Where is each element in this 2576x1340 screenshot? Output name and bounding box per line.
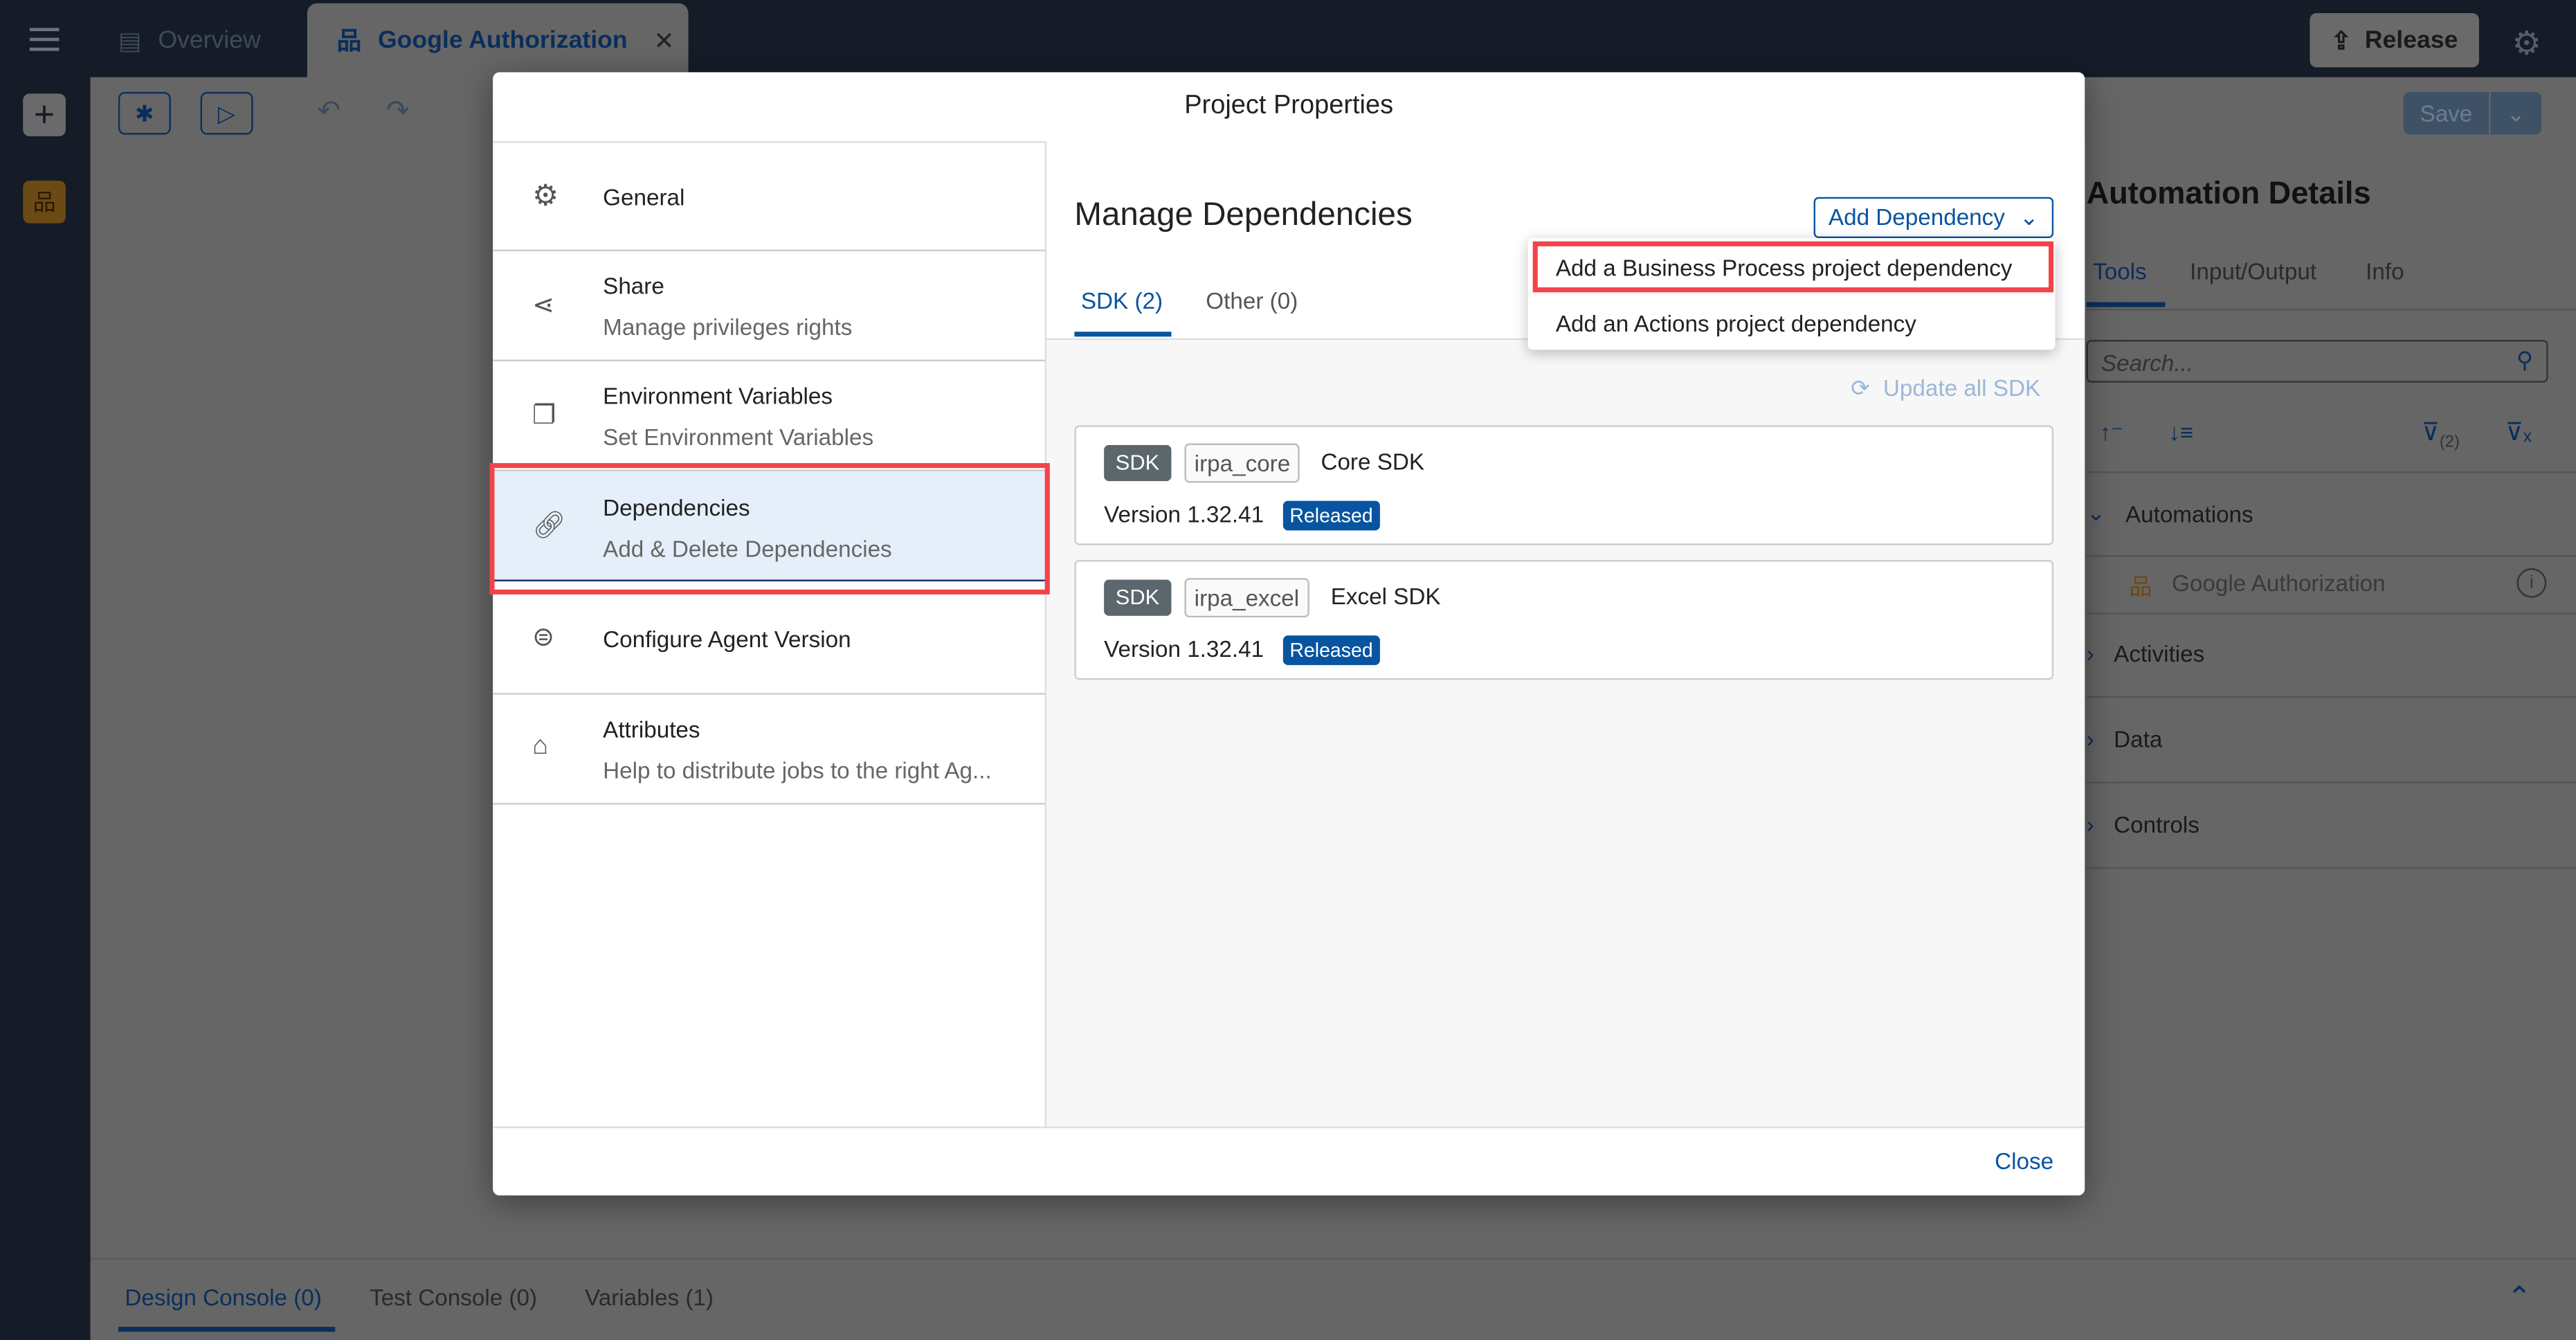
chevron-right-icon: › bbox=[2086, 640, 2094, 667]
section-automations[interactable]: ⌄ Automations bbox=[2087, 499, 2253, 527]
section-heading: Manage Dependencies bbox=[1074, 197, 1413, 233]
tab-design-console[interactable]: Design Console (0) bbox=[125, 1284, 321, 1310]
code-tag: irpa_excel bbox=[1184, 578, 1309, 618]
dialog-footer: Close bbox=[493, 1126, 2085, 1196]
highlight-box bbox=[489, 463, 1050, 595]
highlight-box bbox=[1532, 241, 2054, 293]
search-icon[interactable]: ⚲ bbox=[2516, 347, 2533, 374]
code-tag: irpa_core bbox=[1184, 443, 1300, 483]
clipboard-icon: ▤ bbox=[118, 27, 142, 55]
hamburger-icon[interactable] bbox=[29, 26, 60, 53]
tab-info[interactable]: Info bbox=[2366, 257, 2404, 284]
gear-icon[interactable]: ⚙ bbox=[2512, 23, 2541, 64]
add-icon[interactable]: + bbox=[23, 93, 66, 136]
properties-nav: ⚙ General ⋖ Share Manage privileges rights … bbox=[493, 141, 1047, 1127]
type-badge: SDK bbox=[1104, 579, 1171, 616]
process-icon: 品 bbox=[2129, 573, 2152, 599]
tab-sdk[interactable]: SDK (2) bbox=[1081, 287, 1163, 314]
tab-test-console[interactable]: Test Console (0) bbox=[370, 1284, 537, 1310]
dependency-card: SDK irpa_excel Excel SDK Version 1.32.41… bbox=[1074, 560, 2054, 680]
sort-descending-icon[interactable]: ↓≡ bbox=[2168, 419, 2193, 445]
tab-indicator bbox=[2086, 302, 2166, 307]
nav-attributes[interactable]: ⌂ Attributes Help to distribute jobs to th… bbox=[493, 695, 1045, 805]
tab-google-authorization[interactable]: 品 Google Authorization ✕ bbox=[307, 3, 689, 78]
type-badge: SDK bbox=[1104, 444, 1171, 482]
automation-item[interactable]: 品 Google Authorization bbox=[2129, 570, 2385, 602]
gear-icon: ⚙ bbox=[532, 179, 559, 212]
tab-overview[interactable]: ▤ Overview bbox=[118, 3, 261, 78]
chevron-down-icon[interactable]: ⌄ bbox=[2491, 92, 2542, 135]
info-icon[interactable]: i bbox=[2516, 568, 2547, 598]
tab-tools[interactable]: Tools bbox=[2093, 257, 2147, 284]
chevron-down-icon: ⌄ bbox=[2086, 499, 2106, 526]
undo-icon[interactable]: ↶ bbox=[317, 96, 341, 128]
search-input[interactable]: Search... ⚲ bbox=[2086, 340, 2548, 383]
clear-filter-icon[interactable]: ⊽ₓ bbox=[2505, 417, 2532, 446]
upload-icon: ⇪ bbox=[2330, 27, 2352, 55]
status-badge: Released bbox=[1282, 500, 1380, 531]
status-badge: Released bbox=[1282, 635, 1380, 665]
redo-icon[interactable]: ↷ bbox=[386, 96, 410, 128]
chevron-up-icon[interactable]: ⌃ bbox=[2507, 1281, 2532, 1316]
release-button[interactable]: ⇪ Release bbox=[2310, 12, 2479, 68]
chevron-right-icon: › bbox=[2086, 811, 2094, 838]
left-rail bbox=[0, 77, 91, 1340]
debug-button[interactable]: ✱ bbox=[118, 91, 171, 135]
nav-configure-agent-version[interactable]: ⊜ Configure Agent Version bbox=[493, 581, 1045, 695]
tab-other[interactable]: Other (0) bbox=[1206, 287, 1298, 314]
menu-item-actions[interactable]: Add an Actions project dependency bbox=[1556, 310, 1916, 336]
process-icon: 品 bbox=[336, 28, 362, 56]
copy-icon: ❐ bbox=[532, 402, 556, 431]
close-icon[interactable]: ✕ bbox=[654, 26, 675, 55]
sort-ascending-icon[interactable]: ↑⁻ bbox=[2100, 419, 2123, 446]
save-button[interactable]: Save ⌄ bbox=[2403, 91, 2542, 135]
tab-input-output[interactable]: Input/Output bbox=[2190, 257, 2316, 284]
share-icon: ⋖ bbox=[532, 292, 554, 320]
tab-variables[interactable]: Variables (1) bbox=[585, 1284, 714, 1310]
dialog-title: Project Properties bbox=[493, 72, 2085, 143]
nav-environment-variables[interactable]: ❐ Environment Variables Set Environment Va… bbox=[493, 361, 1045, 471]
process-icon[interactable]: 品 bbox=[23, 180, 66, 224]
section-data[interactable]: › Data bbox=[2087, 726, 2163, 752]
filter-icon[interactable]: ⊽(2) bbox=[2422, 417, 2460, 451]
chevron-down-icon: ⌄ bbox=[2019, 203, 2039, 230]
chevron-right-icon: › bbox=[2086, 725, 2094, 752]
add-dependency-button[interactable]: Add Dependency ⌄ bbox=[1813, 197, 2054, 239]
nav-share[interactable]: ⋖ Share Manage privileges rights bbox=[493, 251, 1045, 361]
dependency-card: SDK irpa_core Core SDK Version 1.32.41 R… bbox=[1074, 425, 2054, 545]
tag-icon: ⌂ bbox=[532, 732, 549, 761]
run-button[interactable]: ▷ bbox=[200, 91, 253, 135]
refresh-icon: ⟳ bbox=[1851, 374, 1870, 401]
panel-title: Automation Details bbox=[2086, 177, 2371, 212]
section-activities[interactable]: › Activities bbox=[2087, 640, 2205, 667]
section-controls[interactable]: › Controls bbox=[2087, 811, 2199, 838]
update-all-sdk-button[interactable]: ⟳ Update all SDK bbox=[1851, 374, 2040, 402]
robot-icon: ⊜ bbox=[532, 624, 554, 652]
close-button[interactable]: Close bbox=[1995, 1148, 2053, 1174]
nav-general[interactable]: ⚙ General bbox=[493, 141, 1045, 251]
